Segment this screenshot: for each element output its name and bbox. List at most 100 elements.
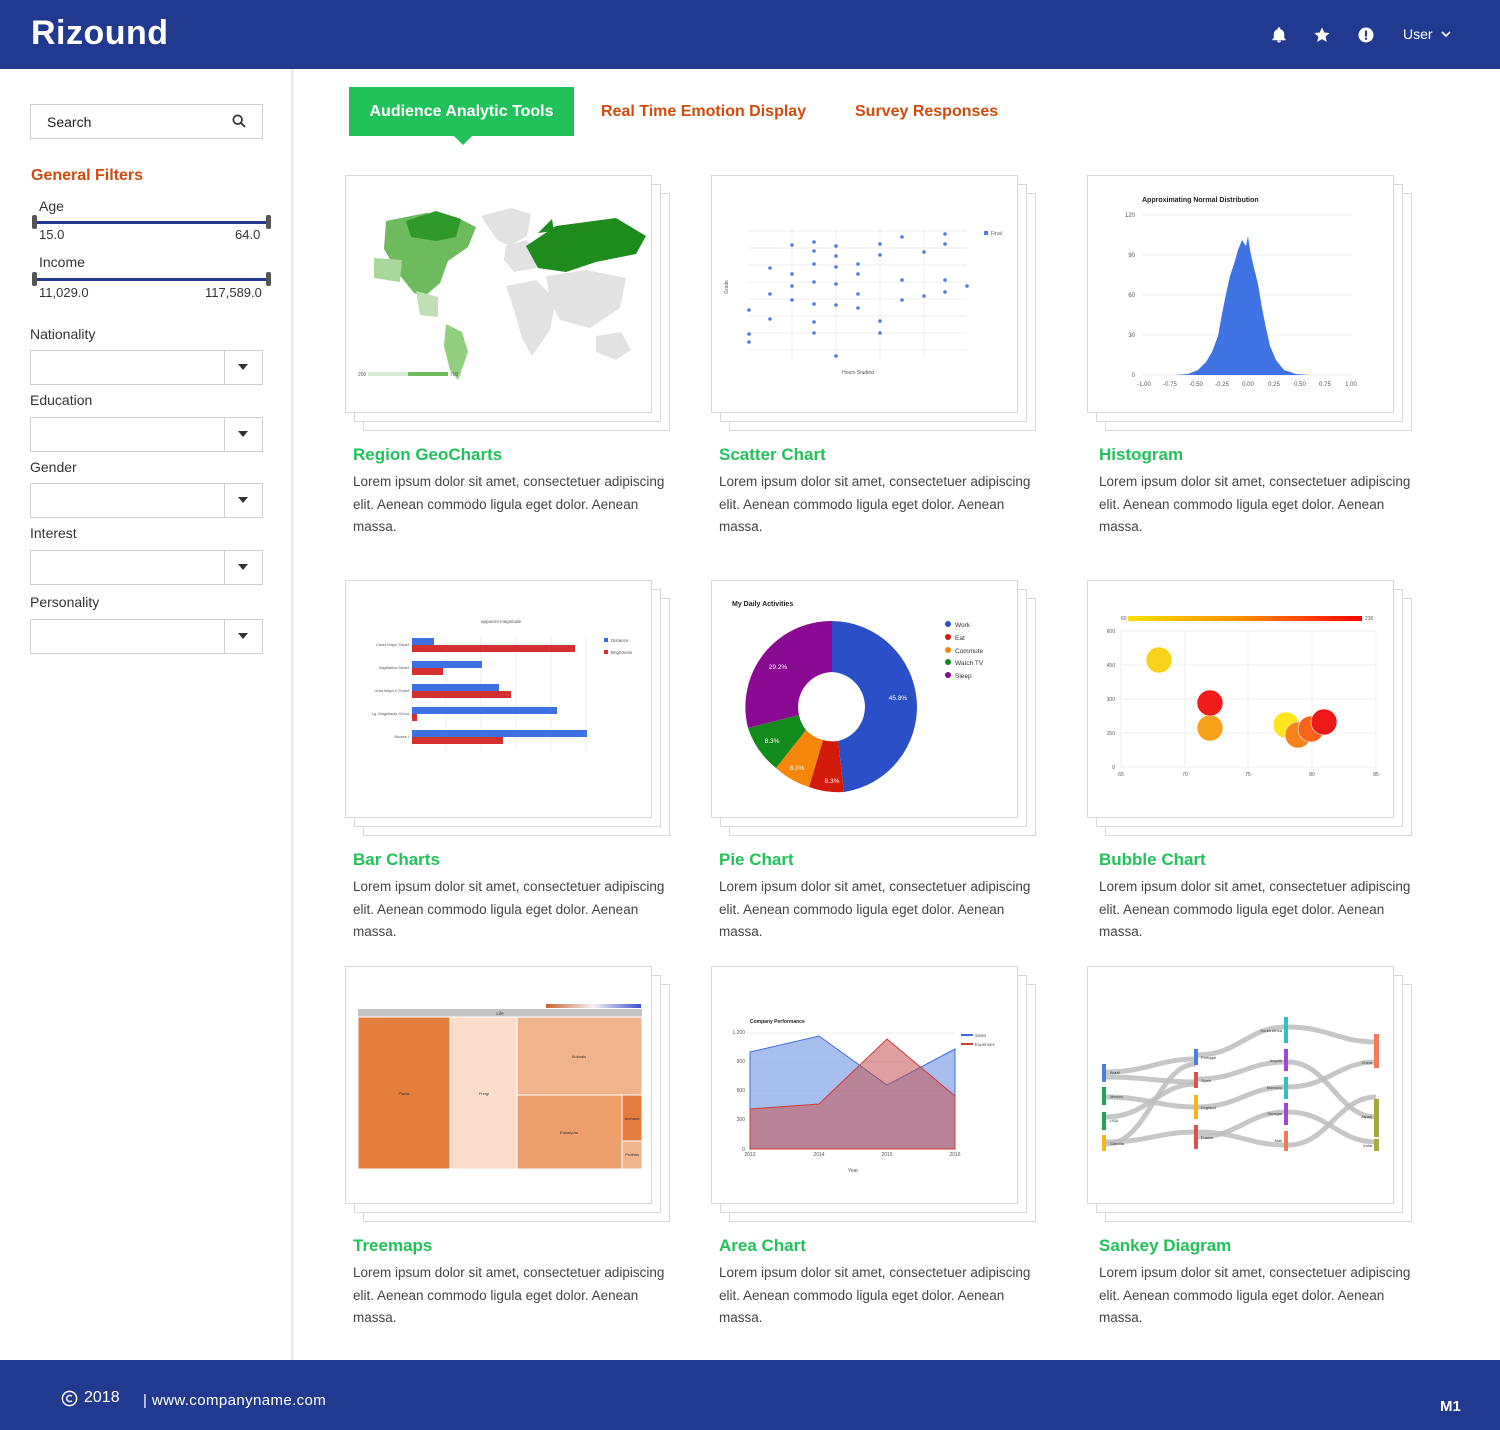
tab-audience-analytic-tools[interactable]: Audience Analytic Tools — [349, 87, 574, 145]
card-title[interactable]: Sankey Diagram — [1099, 1236, 1231, 1256]
bubble-scale-min: 60 — [1121, 616, 1127, 622]
user-menu[interactable]: User — [1403, 26, 1451, 42]
card-pie-chart[interactable]: My Daily Activities 45.8% 8.3% 8.3% 8.3%… — [711, 580, 1041, 945]
education-select[interactable] — [30, 417, 263, 452]
pie-chart-thumbnail[interactable]: My Daily Activities 45.8% 8.3% 8.3% 8.3%… — [711, 580, 1018, 818]
histogram-thumbnail[interactable]: Approximating Normal Distribution 120 90… — [1087, 175, 1394, 413]
sankey-node: France — [1201, 1135, 1214, 1140]
tab-survey-responses[interactable]: Survey Responses — [855, 87, 998, 136]
personality-select[interactable] — [30, 619, 263, 654]
histogram-graphic: Approximating Normal Distribution 120 90… — [1125, 197, 1358, 388]
area-x-tick: 2014 — [813, 1152, 824, 1158]
bar-category: Canis Major Dwarf — [376, 642, 410, 647]
card-treemaps[interactable]: Life Plants Fungi Animals Eukaryota Arch… — [345, 966, 675, 1331]
top-bar: Rizound User — [0, 0, 1500, 69]
income-max-handle[interactable] — [266, 272, 271, 286]
bubble-x-tick: 85 — [1373, 772, 1379, 778]
card-title[interactable]: Histogram — [1099, 445, 1183, 465]
income-max-value: 117,589.0 — [205, 285, 262, 300]
area-y-tick: 1,200 — [732, 1030, 745, 1036]
select-divider — [224, 484, 225, 517]
histogram-title: Approximating Normal Distribution — [1142, 197, 1259, 204]
sankey-node: Canada — [1110, 1141, 1125, 1146]
card-bar-charts[interactable]: apparent magnitude Canis Major Dwarf Sag… — [345, 580, 675, 945]
scatter-chart-graphic: Final Hours Studied Grade — [724, 228, 1002, 376]
card-region-geocharts[interactable]: 200 700 Region GeoCharts Lorem ipsum dol… — [345, 175, 675, 540]
age-max-handle[interactable] — [266, 215, 271, 229]
interest-label: Interest — [30, 525, 77, 541]
footer: 2018 | www.companyname.com M1 — [0, 1360, 1500, 1430]
income-min-handle[interactable] — [32, 272, 37, 286]
bar-category: Ursa Major II Dwarf — [375, 688, 410, 693]
sankey-thumbnail[interactable]: Brazil Mexico USA Canada Portugal Spain … — [1087, 966, 1394, 1204]
bar-chart-thumbnail[interactable]: apparent magnitude Canis Major Dwarf Sag… — [345, 580, 652, 818]
card-area-chart[interactable]: Company Performance 1,200 900 600 300 0 … — [711, 966, 1041, 1331]
select-divider — [224, 351, 225, 384]
bubble-chart-thumbnail[interactable]: 60 230 600 450 300 150 0 65 70 75 80 85 — [1087, 580, 1394, 818]
bar-legend-brightness: Brightness — [611, 650, 633, 655]
card-sankey-diagram[interactable]: Brazil Mexico USA Canada Portugal Spain … — [1087, 966, 1417, 1331]
interest-select[interactable] — [30, 550, 263, 585]
pie-legend-eat: Eat — [955, 635, 965, 642]
card-title[interactable]: Area Chart — [719, 1236, 806, 1256]
scatter-legend: Final — [991, 231, 1002, 237]
geo-legend-max: 700 — [450, 372, 459, 378]
sankey-node: China — [1362, 1060, 1373, 1065]
card-bubble-chart[interactable]: 60 230 600 450 300 150 0 65 70 75 80 85 — [1087, 580, 1417, 945]
company-website-link[interactable]: | www.companyname.com — [143, 1392, 326, 1409]
search-icon[interactable] — [231, 113, 247, 129]
age-min-handle[interactable] — [32, 215, 37, 229]
card-title[interactable]: Bubble Chart — [1099, 850, 1206, 870]
treemap-archaea: Archaea — [625, 1116, 641, 1121]
geochart-thumbnail[interactable]: 200 700 — [345, 175, 652, 413]
income-slider[interactable] — [32, 272, 271, 286]
card-description: Lorem ipsum dolor sit amet, consectetuer… — [1099, 474, 1411, 534]
bubble-x-tick: 75 — [1245, 772, 1251, 778]
search-input[interactable]: Search — [30, 104, 263, 139]
bubble-x-tick: 65 — [1118, 772, 1124, 778]
card-histogram[interactable]: Approximating Normal Distribution 120 90… — [1087, 175, 1417, 540]
card-scatter-chart[interactable]: Final Hours Studied Grade Scatter Chart … — [711, 175, 1041, 540]
card-title[interactable]: Pie Chart — [719, 850, 794, 870]
pie-label-work: 45.8% — [889, 695, 908, 702]
star-icon[interactable] — [1313, 26, 1331, 44]
hist-x-tick: 1.00 — [1345, 382, 1357, 388]
bell-icon[interactable] — [1270, 26, 1288, 44]
pie-legend-watchtv: Watch TV — [955, 660, 984, 667]
age-min-value: 15.0 — [39, 227, 65, 242]
filters-title: General Filters — [31, 167, 144, 184]
caret-down-icon — [238, 633, 248, 639]
card-title[interactable]: Bar Charts — [353, 850, 440, 870]
sankey-node: Japan — [1361, 1114, 1372, 1119]
pie-legend-sleep: Sleep — [955, 673, 972, 680]
card-description: Lorem ipsum dolor sit amet, consectetuer… — [719, 1265, 1031, 1325]
treemap-protista: Protista — [625, 1152, 639, 1157]
card-title[interactable]: Region GeoCharts — [353, 445, 502, 465]
bubble-x-tick: 80 — [1309, 772, 1315, 778]
card-title[interactable]: Scatter Chart — [719, 445, 826, 465]
caret-down-icon — [238, 431, 248, 437]
tab-real-time-emotion-display[interactable]: Real Time Emotion Display — [601, 87, 806, 136]
caret-down-icon — [238, 564, 248, 570]
income-min-value: 11,029.0 — [39, 285, 89, 300]
treemap-thumbnail[interactable]: Life Plants Fungi Animals Eukaryota Arch… — [345, 966, 652, 1204]
area-chart-thumbnail[interactable]: Company Performance 1,200 900 600 300 0 … — [711, 966, 1018, 1204]
app-title[interactable]: Rizound — [31, 14, 169, 53]
card-title[interactable]: Treemaps — [353, 1236, 432, 1256]
gender-select[interactable] — [30, 483, 263, 518]
treemap-plants: Plants — [398, 1091, 409, 1096]
scatter-thumbnail[interactable]: Final Hours Studied Grade — [711, 175, 1018, 413]
caret-down-icon — [238, 497, 248, 503]
bubble-x-tick: 70 — [1182, 772, 1188, 778]
bar-category: Lg. Magellanic Cloud — [372, 711, 409, 716]
area-legend-sales: Sales — [975, 1033, 987, 1038]
area-legend-expenses: Expenses — [975, 1042, 996, 1047]
age-slider[interactable] — [32, 215, 271, 229]
gender-label: Gender — [30, 459, 77, 475]
alert-icon[interactable] — [1357, 26, 1375, 44]
scatter-points — [747, 232, 969, 358]
pie-label-sleep: 29.2% — [769, 664, 788, 671]
hist-x-tick: 0.25 — [1268, 382, 1280, 388]
nationality-select[interactable] — [30, 350, 263, 385]
select-divider — [224, 418, 225, 451]
